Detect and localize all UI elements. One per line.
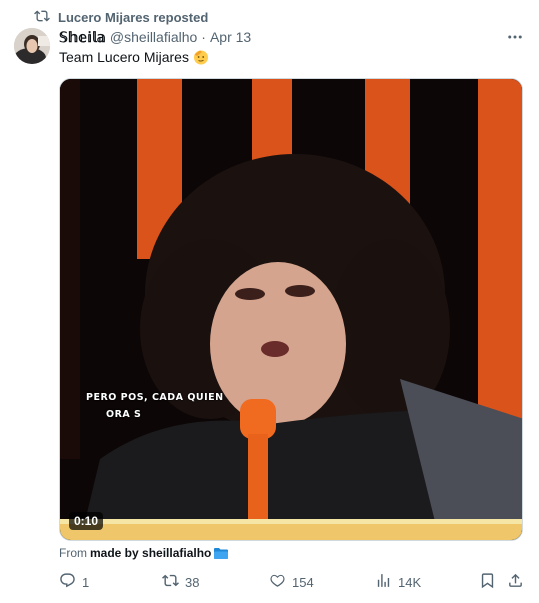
- avatar[interactable]: [14, 28, 50, 64]
- views-chart-icon: [375, 572, 392, 592]
- tweet-header: 𝕊𝕙𝕖𝕚𝕝𝕒 @sheillafialho · Apr 13: [59, 28, 251, 46]
- action-bar: 1 38 154 14K: [59, 572, 527, 592]
- tweet-card[interactable]: Lucero Mijares reposted 𝕊𝕙𝕖𝕚𝕝𝕒 @sheillaf…: [0, 0, 539, 603]
- retweet-icon: [162, 572, 179, 592]
- user-handle[interactable]: @sheillafialho: [110, 29, 197, 45]
- reply-icon: [59, 572, 76, 592]
- caption-line-2: ORA S: [106, 409, 142, 420]
- like-count: 154: [292, 574, 314, 590]
- share-icon: [507, 572, 524, 592]
- repost-button[interactable]: 38: [162, 572, 199, 592]
- views-button[interactable]: 14K: [375, 572, 421, 592]
- video-duration: 0:10: [69, 512, 104, 530]
- tweet-body: Team Lucero Mijares: [59, 49, 189, 65]
- post-date[interactable]: Apr 13: [210, 29, 251, 45]
- bookmark-button[interactable]: [479, 572, 496, 592]
- view-count: 14K: [398, 574, 422, 590]
- share-button[interactable]: [507, 572, 524, 592]
- source-prefix: From: [59, 546, 87, 560]
- reply-count: 1: [82, 574, 90, 590]
- video-player[interactable]: PERO POS, CADA QUIEN ORA S 0:10: [59, 78, 523, 541]
- saluting-face-emoji: [193, 49, 209, 65]
- repost-label: Lucero Mijares reposted: [58, 9, 209, 25]
- repost-icon: [34, 8, 50, 27]
- more-options-icon[interactable]: [504, 29, 526, 45]
- source-attribution: From made by sheillafialho: [59, 546, 229, 560]
- separator-dot: ·: [201, 29, 206, 45]
- display-name[interactable]: 𝕊𝕙𝕖𝕚𝕝𝕒: [59, 29, 106, 46]
- like-button[interactable]: 154: [269, 572, 314, 592]
- heart-icon: [269, 572, 286, 592]
- reply-button[interactable]: 1: [59, 572, 89, 592]
- video-frame: [60, 79, 522, 540]
- folder-emoji: [214, 547, 229, 559]
- repost-context[interactable]: Lucero Mijares reposted: [34, 9, 208, 25]
- video-caption: PERO POS, CADA QUIEN ORA S: [86, 389, 224, 423]
- caption-line-1: PERO POS, CADA QUIEN: [86, 392, 224, 403]
- repost-count: 38: [185, 574, 200, 590]
- bookmark-icon: [479, 572, 496, 592]
- tweet-text: Team Lucero Mijares: [59, 48, 209, 66]
- source-link[interactable]: made by sheillafialho: [90, 546, 211, 560]
